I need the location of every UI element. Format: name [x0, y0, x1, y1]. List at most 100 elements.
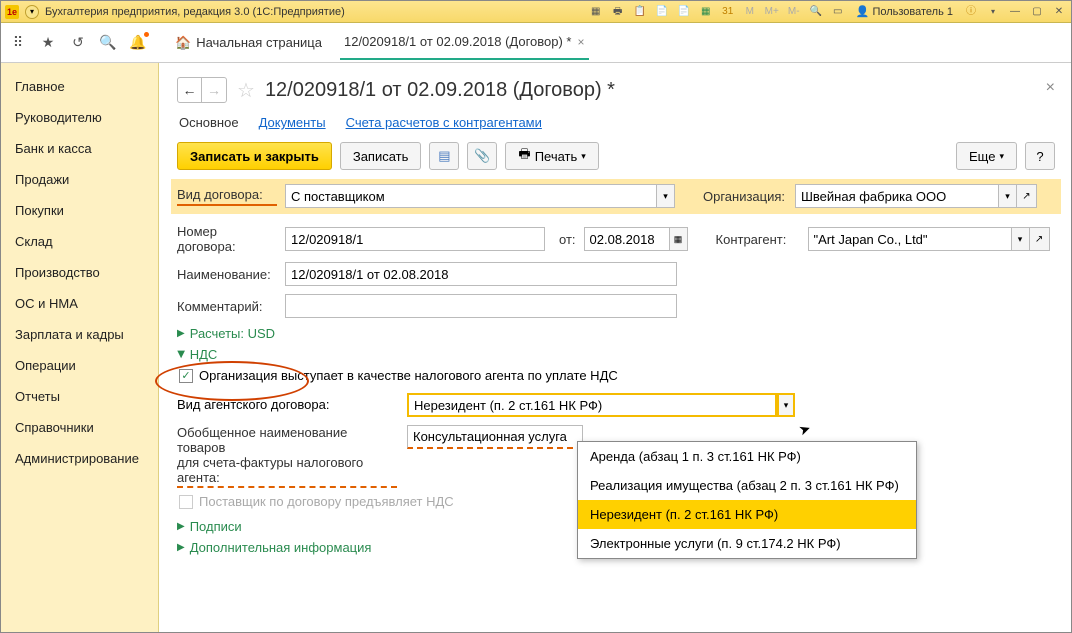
content-area: × ← → ☆ 12/020918/1 от 02.09.2018 (Догов…: [159, 63, 1071, 632]
mminus-icon[interactable]: M-: [786, 4, 802, 20]
sidebar-item-admin[interactable]: Администрирование: [1, 443, 158, 474]
sidebar-item-reports[interactable]: Отчеты: [1, 381, 158, 412]
dropdown-option-nonresident[interactable]: Нерезидент (п. 2 ст.161 НК РФ): [578, 500, 916, 529]
nav-forward-button[interactable]: →: [202, 78, 226, 102]
form-subtabs: Основное Документы Счета расчетов с конт…: [177, 115, 1055, 130]
organization-dropdown-button[interactable]: ▾: [999, 184, 1017, 208]
date-input[interactable]: [584, 227, 670, 251]
sidebar-item-main[interactable]: Главное: [1, 71, 158, 102]
help-button[interactable]: ?: [1025, 142, 1055, 170]
subtab-documents[interactable]: Документы: [259, 115, 326, 130]
dropdown-option-property[interactable]: Реализация имущества (абзац 2 п. 3 ст.16…: [578, 471, 916, 500]
toolbar-btn-4[interactable]: 📄: [654, 4, 670, 20]
goods-name-input[interactable]: [407, 425, 583, 449]
toolbar-btn-5[interactable]: 📄: [676, 4, 692, 20]
notifications-bell-icon[interactable]: 🔔: [127, 32, 149, 54]
supplier-nds-checkbox[interactable]: [179, 495, 193, 509]
toolbar-btn-3[interactable]: 📋: [632, 4, 648, 20]
contract-type-input[interactable]: [285, 184, 657, 208]
agent-type-label: Вид агентского договора:: [177, 393, 397, 412]
goods-name-label: Обобщенное наименование товаров для счет…: [177, 425, 397, 488]
comment-input[interactable]: [285, 294, 677, 318]
tax-agent-checkbox-row: ✓ Организация выступает в качестве налог…: [179, 368, 1055, 383]
form-icon-button[interactable]: ▤: [429, 142, 459, 170]
name-label: Наименование:: [177, 267, 277, 282]
m-icon[interactable]: M: [742, 4, 758, 20]
search-icon[interactable]: 🔍: [97, 32, 119, 54]
chevron-right-icon: ▶: [177, 328, 185, 339]
history-icon[interactable]: ↺: [67, 32, 89, 54]
save-and-close-button[interactable]: Записать и закрыть: [177, 142, 332, 170]
nav-back-button[interactable]: ←: [178, 78, 202, 102]
mplus-icon[interactable]: M+: [764, 4, 780, 20]
organization-label: Организация:: [703, 189, 787, 204]
contract-number-input[interactable]: [285, 227, 545, 251]
close-form-button[interactable]: ×: [1046, 79, 1055, 97]
sidebar-item-warehouse[interactable]: Склад: [1, 226, 158, 257]
chevron-right-icon: ▶: [177, 521, 185, 532]
attachment-button[interactable]: 📎: [467, 142, 497, 170]
apps-grid-icon[interactable]: ⠿: [7, 32, 29, 54]
favorite-star-icon[interactable]: ☆: [237, 78, 255, 103]
action-toolbar: Записать и закрыть Записать ▤ 📎 🖶Печать▾…: [177, 142, 1055, 170]
subtab-main[interactable]: Основное: [179, 115, 239, 130]
chevron-down-icon: ▾: [581, 151, 586, 162]
subtab-accounts[interactable]: Счета расчетов с контрагентами: [346, 115, 542, 130]
counterparty-input[interactable]: [808, 227, 1012, 251]
user-label[interactable]: 👤 Пользователь 1: [852, 5, 957, 18]
dropdown-option-rent[interactable]: Аренда (абзац 1 п. 3 ст.161 НК РФ): [578, 442, 916, 471]
info-icon[interactable]: ⓘ: [963, 4, 979, 20]
counterparty-dropdown-button[interactable]: ▾: [1012, 227, 1030, 251]
sidebar-item-purchases[interactable]: Покупки: [1, 195, 158, 226]
info-dd-icon[interactable]: ▾: [985, 4, 1001, 20]
toolbar-btn-1[interactable]: ▦: [588, 4, 604, 20]
tab-home[interactable]: 🏠 Начальная страница: [175, 35, 322, 51]
name-input[interactable]: [285, 262, 677, 286]
expander-nds[interactable]: ▶ НДС: [177, 347, 1055, 362]
tax-agent-checkbox[interactable]: ✓: [179, 369, 193, 383]
expander-nds-label: НДС: [190, 347, 218, 362]
calc-icon[interactable]: ▦: [698, 4, 714, 20]
tab-document[interactable]: 12/020918/1 от 02.09.2018 (Договор) * ×: [340, 34, 589, 60]
window-title: Бухгалтерия предприятия, редакция 3.0 (1…: [45, 6, 345, 18]
tab-close-icon[interactable]: ×: [578, 35, 585, 49]
calendar-icon[interactable]: 31: [720, 4, 736, 20]
chevron-down-icon: ▾: [999, 151, 1004, 162]
print-icon[interactable]: 🖶: [610, 4, 626, 20]
minimize-button[interactable]: —: [1007, 4, 1023, 20]
tab-home-label: Начальная страница: [196, 35, 322, 50]
sidebar-item-hr[interactable]: Зарплата и кадры: [1, 319, 158, 350]
restore-button[interactable]: ▢: [1029, 4, 1045, 20]
counterparty-label: Контрагент:: [716, 232, 800, 247]
user-icon: 👤: [856, 5, 870, 18]
favorites-star-icon[interactable]: ★: [37, 32, 59, 54]
agent-contract-type-row: Вид агентского договора: ▾: [177, 393, 1055, 417]
sidebar-item-operations[interactable]: Операции: [1, 350, 158, 381]
sidebar-item-directories[interactable]: Справочники: [1, 412, 158, 443]
contract-type-dropdown-button[interactable]: ▾: [657, 184, 675, 208]
save-button[interactable]: Записать: [340, 142, 422, 170]
print-button[interactable]: 🖶Печать▾: [505, 142, 598, 170]
sidebar-item-sales[interactable]: Продажи: [1, 164, 158, 195]
chevron-right-icon: ▶: [177, 542, 185, 553]
zoom-icon[interactable]: 🔍: [808, 4, 824, 20]
supplier-nds-label: Поставщик по договору предъявляет НДС: [199, 494, 454, 509]
window-icon[interactable]: ▭: [830, 4, 846, 20]
sidebar-item-manager[interactable]: Руководителю: [1, 102, 158, 133]
dropdown-option-eservices[interactable]: Электронные услуги (п. 9 ст.174.2 НК РФ): [578, 529, 916, 558]
agent-type-dropdown-button[interactable]: ▾: [777, 393, 795, 417]
sidebar-item-assets[interactable]: ОС и НМА: [1, 288, 158, 319]
date-picker-button[interactable]: ▦: [670, 227, 688, 251]
sidebar-item-bank[interactable]: Банк и касса: [1, 133, 158, 164]
close-button[interactable]: ✕: [1051, 4, 1067, 20]
organization-open-button[interactable]: ↗: [1017, 184, 1037, 208]
more-button[interactable]: Еще ▾: [956, 142, 1017, 170]
agent-type-input[interactable]: [407, 393, 777, 417]
counterparty-open-button[interactable]: ↗: [1030, 227, 1050, 251]
expander-calculations[interactable]: ▶ Расчеты: USD: [177, 326, 1055, 341]
more-label: Еще: [969, 149, 995, 164]
app-menu-dropdown[interactable]: ▾: [25, 5, 39, 19]
comment-label: Комментарий:: [177, 299, 277, 314]
sidebar-item-production[interactable]: Производство: [1, 257, 158, 288]
organization-input[interactable]: [795, 184, 999, 208]
